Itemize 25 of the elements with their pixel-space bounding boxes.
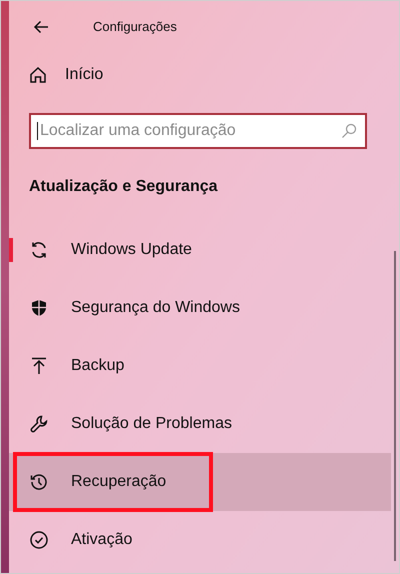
- nav-item-label: Recuperação: [71, 472, 166, 492]
- upload-icon: [29, 356, 49, 376]
- home-nav-item[interactable]: Início: [9, 55, 399, 95]
- nav-item[interactable]: Solução de Problemas: [9, 395, 391, 453]
- home-icon: [29, 66, 47, 84]
- text-cursor: [37, 122, 38, 140]
- nav-item-label: Solução de Problemas: [71, 414, 232, 434]
- search-field[interactable]: Localizar uma configuração: [29, 113, 367, 149]
- wrench-icon: [29, 414, 49, 434]
- nav-item-label: Ativação: [71, 530, 132, 550]
- back-arrow-icon: [33, 20, 49, 34]
- search-icon: [341, 123, 357, 139]
- shield-icon: [29, 298, 49, 318]
- window-title: Configurações: [93, 18, 177, 36]
- nav-item[interactable]: Ativação: [9, 511, 391, 569]
- nav-item-label: Segurança do Windows: [71, 298, 240, 318]
- check-circle-icon: [29, 530, 49, 550]
- nav-item-label: Windows Update: [71, 240, 192, 260]
- nav-item[interactable]: Recuperação: [9, 453, 391, 511]
- section-heading: Atualização e Segurança: [28, 177, 219, 197]
- nav-item[interactable]: Backup: [9, 337, 391, 395]
- nav-item-label: Backup: [71, 356, 124, 376]
- nav-item[interactable]: Segurança do Windows: [9, 279, 391, 337]
- history-icon: [29, 472, 49, 492]
- nav-item[interactable]: Windows Update: [9, 221, 391, 279]
